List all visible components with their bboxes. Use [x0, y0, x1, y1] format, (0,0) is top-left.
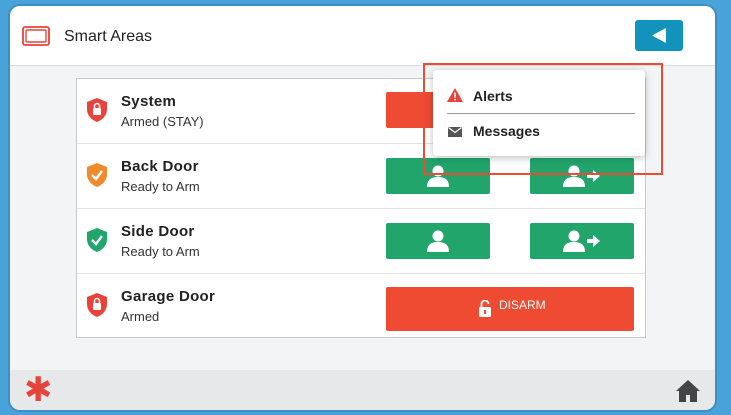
area-name: Garage Door — [121, 288, 216, 305]
disarm-button-garage-door[interactable]: DISARM — [386, 287, 634, 331]
disarm-label: DISARM — [499, 298, 546, 312]
arm-away-button-side-door[interactable] — [530, 223, 634, 259]
page-title: Smart Areas — [64, 28, 153, 45]
back-arrow-icon — [652, 28, 666, 43]
panel-screen: Smart Areas System Armed (STAY) Back Doo… — [10, 6, 715, 410]
area-status: Ready to Arm — [121, 244, 200, 259]
panel-icon — [22, 26, 50, 46]
person-leave-icon — [563, 230, 600, 252]
person-icon — [427, 230, 449, 252]
area-row-garage-door[interactable]: Garage Door Armed DISARM — [77, 274, 645, 338]
shield-lock-icon — [87, 293, 107, 317]
asterisk-icon[interactable]: ✱ — [24, 373, 53, 407]
area-name: Back Door — [121, 158, 199, 175]
unlock-icon — [479, 300, 491, 317]
shield-lock-icon — [87, 98, 107, 122]
area-row-side-door[interactable]: Side Door Ready to Arm — [77, 209, 645, 274]
shield-check-icon — [87, 228, 107, 252]
footer-bar: ✱ — [10, 370, 715, 410]
area-status: Ready to Arm — [121, 179, 200, 194]
header-bar: Smart Areas — [10, 6, 715, 66]
area-status: Armed (STAY) — [121, 114, 204, 129]
shield-check-icon — [87, 163, 107, 187]
arm-stay-button-side-door[interactable] — [386, 223, 490, 259]
home-icon[interactable] — [676, 380, 700, 402]
back-button[interactable] — [635, 20, 683, 51]
area-status: Armed — [121, 309, 160, 324]
highlight-box — [423, 63, 663, 175]
area-name: Side Door — [121, 223, 195, 240]
area-name: System — [121, 93, 177, 110]
